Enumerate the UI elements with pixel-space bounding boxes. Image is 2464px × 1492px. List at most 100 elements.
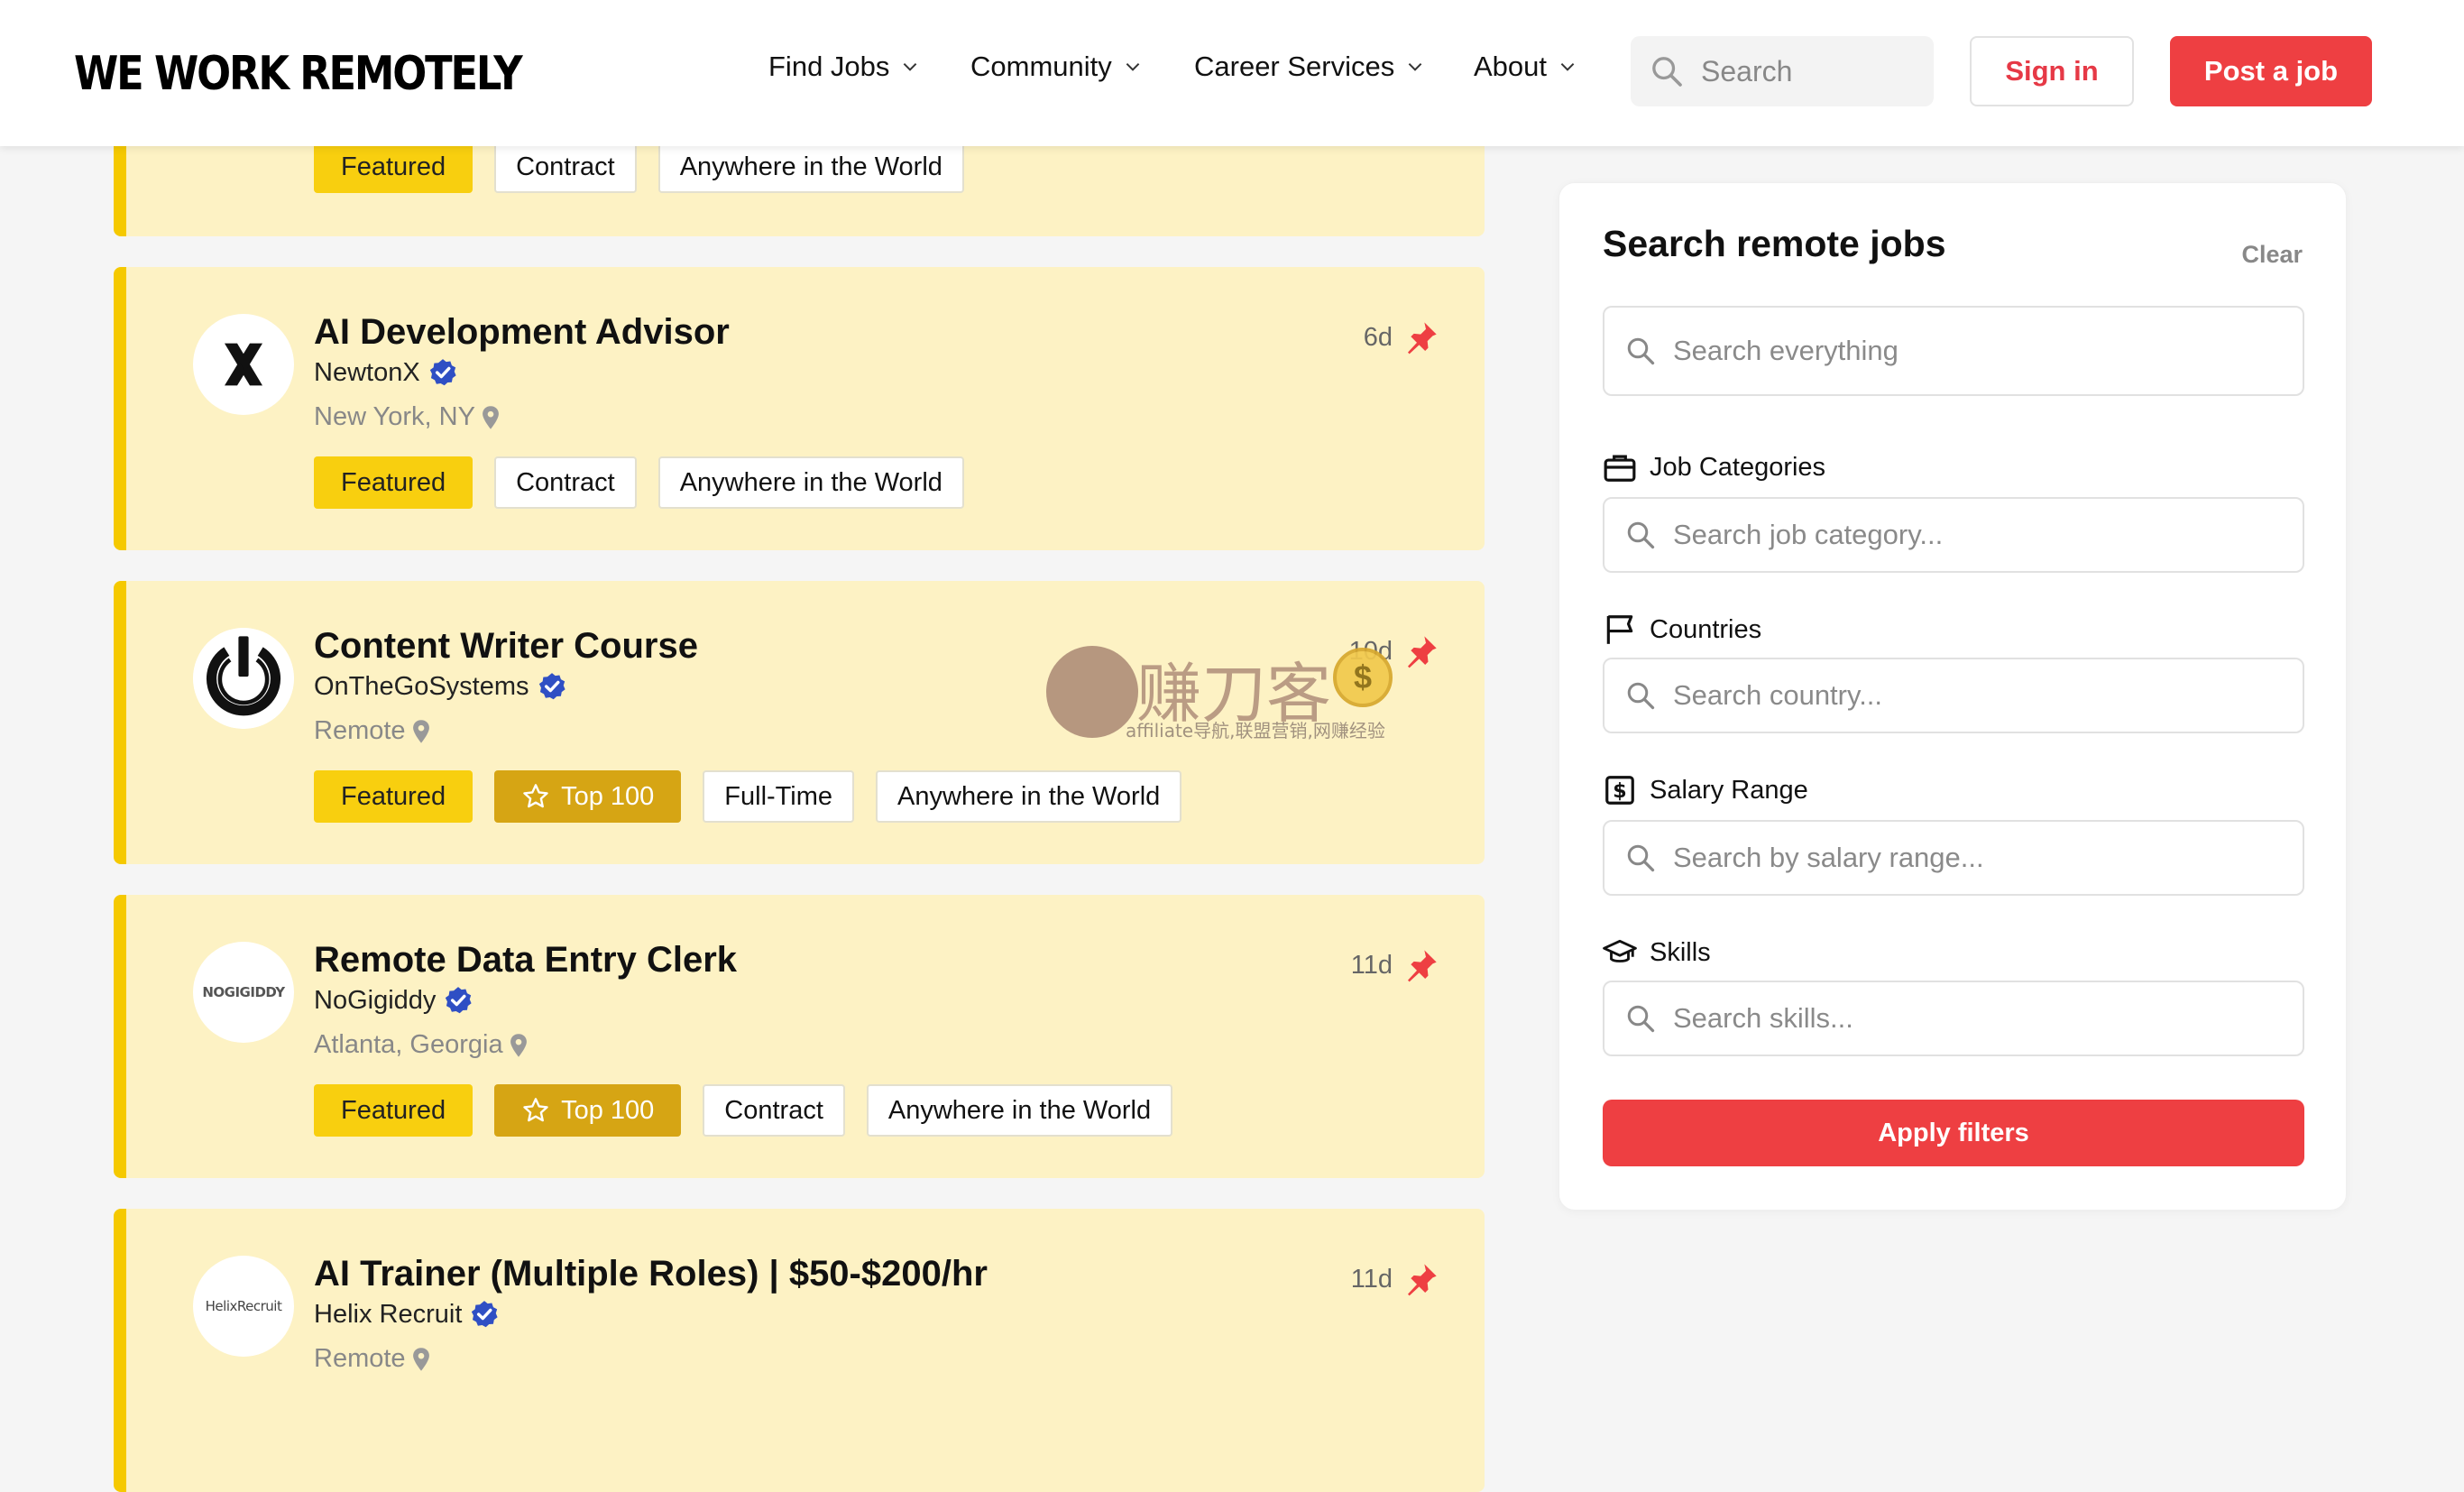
map-pin-icon — [412, 1347, 429, 1371]
job-age-label: 10d — [1348, 636, 1393, 666]
job-age: 10d — [1349, 633, 1439, 669]
location-row: New York, NY — [314, 402, 501, 432]
clear-filters-button[interactable]: Clear — [2241, 241, 2303, 269]
nav-career-services[interactable]: Career Services — [1194, 51, 1425, 83]
skills-label: Skills — [1603, 935, 1711, 970]
pin-icon — [1408, 636, 1437, 668]
job-card[interactable]: NOGIGIDDY Remote Data Entry Clerk NoGigi… — [114, 895, 1485, 1178]
featured-tag[interactable]: Featured — [314, 456, 473, 509]
newtonx-x-logo-icon — [225, 343, 262, 386]
region-tag[interactable]: Anywhere in the World — [866, 1084, 1173, 1137]
job-title[interactable]: Remote Data Entry Clerk — [314, 940, 737, 981]
search-everything-field[interactable] — [1603, 306, 2304, 396]
top-100-label: Top 100 — [561, 781, 655, 811]
job-age: 6d — [1364, 319, 1439, 355]
job-age: 11d — [1351, 947, 1439, 983]
post-job-button[interactable]: Post a job — [2170, 36, 2372, 106]
flag-icon — [1606, 615, 1633, 644]
job-age-label: 6d — [1363, 322, 1393, 352]
featured-tag[interactable]: Featured — [314, 1084, 473, 1137]
site-header: WE WORK REMOTELY Find Jobs Community Car… — [0, 0, 2464, 146]
job-card[interactable]: HelixRecruit AI Trainer (Multiple Roles)… — [114, 1209, 1485, 1492]
chevron-down-icon — [1560, 62, 1575, 71]
job-age-label: 11d — [1350, 950, 1393, 980]
star-icon — [523, 1098, 548, 1122]
job-title[interactable]: Content Writer Course — [314, 626, 698, 667]
search-icon — [1652, 57, 1682, 87]
region-tag[interactable]: Anywhere in the World — [657, 456, 964, 509]
company-row: Helix Recruit — [314, 1299, 500, 1330]
pin-icon — [1408, 1264, 1437, 1296]
filter-panel: Search remote jobs Clear Job Categories … — [1558, 182, 2347, 1211]
map-pin-icon — [412, 719, 429, 743]
job-category-input[interactable] — [1673, 519, 2286, 551]
job-card[interactable]: Content Writer Course OnTheGoSystems Rem… — [114, 581, 1485, 864]
job-categories-text: Job Categories — [1650, 452, 1826, 482]
featured-tag[interactable]: Featured — [314, 770, 473, 823]
company-logo[interactable] — [193, 628, 294, 729]
company-name[interactable]: NewtonX — [314, 358, 420, 388]
salary-range-input[interactable] — [1673, 842, 2286, 874]
country-input[interactable] — [1673, 679, 2286, 712]
nav-about-label: About — [1474, 51, 1548, 82]
company-logo[interactable]: HelixRecruit — [193, 1256, 294, 1357]
verified-badge-icon — [446, 987, 472, 1014]
company-name[interactable]: Helix Recruit — [314, 1300, 462, 1330]
location-row: Atlanta, Georgia — [314, 1030, 529, 1060]
apply-filters-button[interactable]: Apply filters — [1603, 1100, 2304, 1166]
search-icon — [1627, 844, 1655, 872]
featured-tag[interactable]: Featured — [314, 141, 473, 193]
job-category-field[interactable] — [1603, 497, 2304, 573]
header-search-input[interactable] — [1701, 54, 1917, 88]
company-logo[interactable]: NOGIGIDDY — [193, 942, 294, 1043]
job-type-tag[interactable]: Contract — [494, 456, 637, 509]
country-field[interactable] — [1603, 658, 2304, 733]
nav-community[interactable]: Community — [970, 51, 1143, 83]
company-name[interactable]: NoGigiddy — [314, 986, 436, 1016]
search-icon — [1627, 521, 1655, 549]
verified-badge-icon — [472, 1301, 498, 1328]
job-location: Remote — [314, 1344, 406, 1373]
briefcase-icon — [1604, 455, 1636, 482]
location-row: Remote — [314, 716, 431, 746]
salary-range-field[interactable] — [1603, 820, 2304, 896]
job-type-tag[interactable]: Contract — [494, 141, 637, 193]
region-tag[interactable]: Anywhere in the World — [657, 141, 964, 193]
job-card[interactable]: AI Development Advisor NewtonX New York,… — [114, 267, 1485, 550]
search-everything-input[interactable] — [1673, 335, 2286, 367]
nav-about[interactable]: About — [1474, 51, 1577, 83]
verified-badge-icon — [429, 359, 456, 386]
top-100-tag[interactable]: Top 100 — [494, 770, 682, 823]
job-type-tag[interactable]: Contract — [703, 1084, 845, 1137]
top-100-tag[interactable]: Top 100 — [494, 1084, 682, 1137]
region-tag[interactable]: Anywhere in the World — [876, 770, 1182, 823]
skills-field[interactable] — [1603, 981, 2304, 1056]
search-icon — [1627, 337, 1655, 365]
map-pin-icon — [483, 405, 499, 429]
job-title[interactable]: AI Development Advisor — [314, 312, 730, 353]
site-logo[interactable]: WE WORK REMOTELY — [74, 47, 523, 101]
top-100-label: Top 100 — [561, 1095, 655, 1125]
verified-badge-icon — [538, 673, 565, 700]
skills-input[interactable] — [1673, 1002, 2286, 1035]
location-row: Remote — [314, 1344, 431, 1374]
job-categories-label: Job Categories — [1603, 450, 1825, 484]
countries-label: Countries — [1603, 612, 1761, 647]
salary-range-text: Salary Range — [1650, 775, 1808, 805]
nav-career-services-label: Career Services — [1194, 51, 1395, 82]
nav-find-jobs[interactable]: Find Jobs — [768, 51, 920, 83]
header-search[interactable] — [1631, 36, 1934, 106]
company-name[interactable]: OnTheGoSystems — [314, 672, 529, 702]
svg-text:$: $ — [1613, 779, 1626, 803]
company-logo[interactable] — [193, 314, 294, 415]
sign-in-button[interactable]: Sign in — [1970, 36, 2134, 106]
job-title[interactable]: AI Trainer (Multiple Roles) | $50-$200/h… — [314, 1254, 988, 1294]
filter-panel-title: Search remote jobs — [1603, 223, 1946, 264]
company-row: OnTheGoSystems — [314, 671, 567, 702]
chevron-down-icon — [1408, 62, 1422, 71]
job-type-tag[interactable]: Full-Time — [703, 770, 855, 823]
company-row: NewtonX — [314, 357, 458, 388]
company-logo-text: HelixRecruit — [205, 1298, 282, 1314]
nav-find-jobs-label: Find Jobs — [768, 51, 890, 82]
job-tags: Featured Contract Anywhere in the World — [314, 141, 964, 193]
